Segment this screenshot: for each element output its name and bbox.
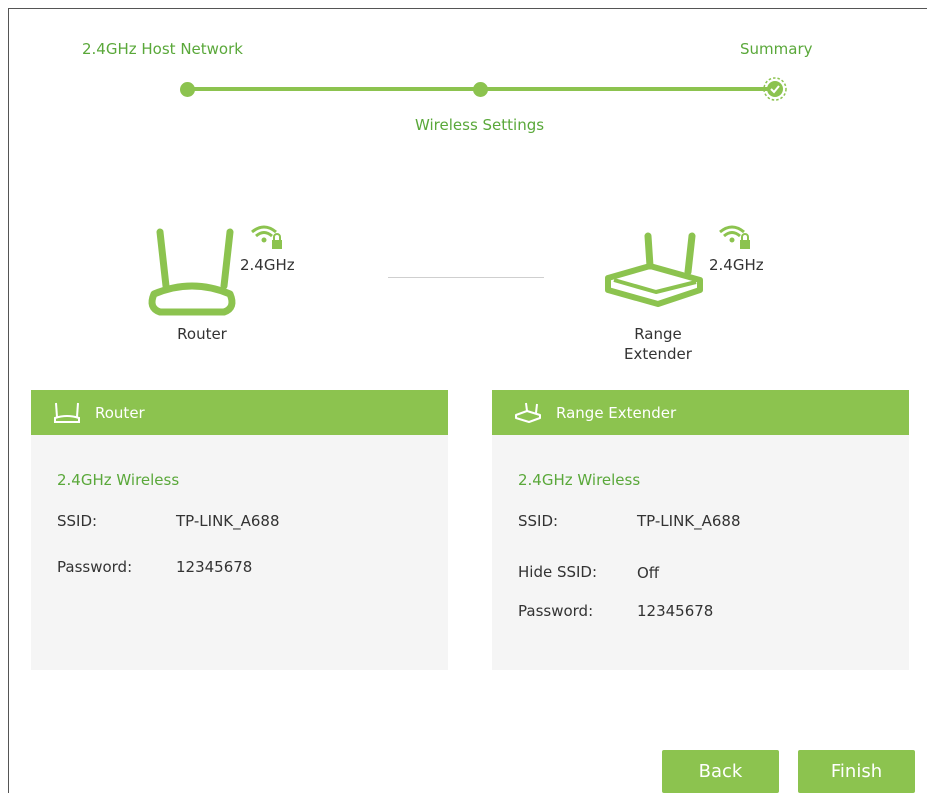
step-label-host-network: 2.4GHz Host Network <box>82 40 243 58</box>
extender-password-value: 12345678 <box>637 602 714 620</box>
router-section-title: 2.4GHz Wireless <box>57 471 180 489</box>
extender-section-title: 2.4GHz Wireless <box>518 471 641 489</box>
router-card-header: Router <box>31 390 448 435</box>
router-card-title: Router <box>95 403 145 422</box>
router-icon <box>148 228 236 316</box>
extender-card-title: Range Extender <box>556 403 677 422</box>
router-frequency: 2.4GHz <box>240 256 295 274</box>
step-dot-wireless-settings <box>473 82 488 97</box>
extender-password-label: Password: <box>518 602 594 620</box>
extender-card-header: Range Extender <box>492 390 909 435</box>
extender-label-line2: Extender <box>624 345 692 363</box>
router-ssid-value: TP-LINK_A688 <box>176 512 280 530</box>
extender-hide-ssid-label: Hide SSID: <box>518 563 598 581</box>
range-extender-icon <box>605 232 703 307</box>
extender-label-line1: Range <box>634 325 682 343</box>
extender-frequency: 2.4GHz <box>709 256 764 274</box>
router-summary-card: Router 2.4GHz Wireless SSID: TP-LINK_A68… <box>31 390 448 670</box>
range-extender-outline-icon <box>515 402 541 423</box>
wifi-lock-icon <box>719 225 750 249</box>
step-label-wireless-settings: Wireless Settings <box>415 116 545 134</box>
extender-ssid-label: SSID: <box>518 512 559 530</box>
router-outline-icon <box>54 402 80 423</box>
finish-button[interactable]: Finish <box>798 750 915 793</box>
router-password-label: Password: <box>57 558 133 576</box>
back-button[interactable]: Back <box>662 750 779 793</box>
router-label: Router <box>177 325 227 343</box>
step-complete-check-icon <box>763 77 787 101</box>
extender-hide-ssid-value: Off <box>637 564 660 582</box>
extender-ssid-value: TP-LINK_A688 <box>637 512 741 530</box>
router-ssid-label: SSID: <box>57 512 98 530</box>
wifi-lock-icon <box>251 225 282 249</box>
extender-summary-card: Range Extender 2.4GHz Wireless SSID: TP-… <box>492 390 909 670</box>
step-label-summary: Summary <box>740 40 813 58</box>
connection-line <box>388 277 544 278</box>
extender-label: Range Extender <box>610 324 706 364</box>
router-password-value: 12345678 <box>176 558 253 576</box>
step-dot-host-network <box>180 82 195 97</box>
